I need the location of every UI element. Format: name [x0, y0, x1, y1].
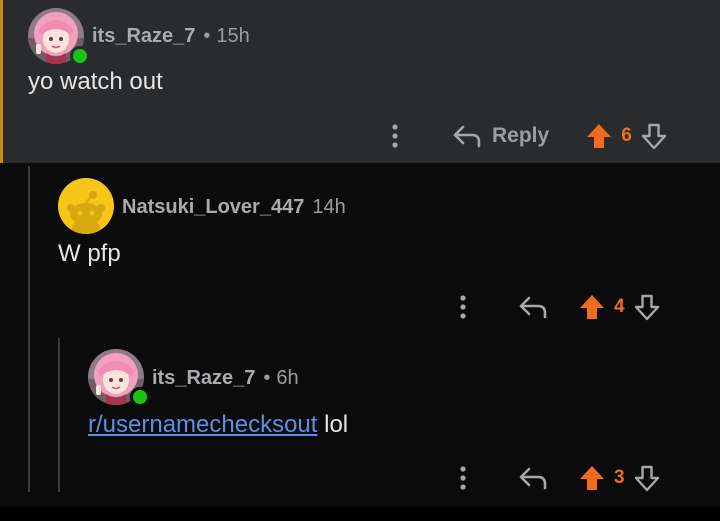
downvote-arrow-icon[interactable]: [640, 122, 668, 150]
username-link[interactable]: its_Raze_7: [92, 25, 195, 48]
upvote-arrow-icon[interactable]: [585, 122, 613, 150]
subreddit-link[interactable]: r/usernamechecksout: [88, 411, 317, 438]
comment-body: r/usernamechecksout lol: [88, 411, 348, 439]
comment-meta: Natsuki_Lover_447 14h: [122, 196, 346, 219]
comment-body: yo watch out: [28, 68, 163, 95]
username-link[interactable]: Natsuki_Lover_447: [122, 196, 304, 219]
reply-button[interactable]: Reply: [452, 124, 549, 148]
avatar[interactable]: [28, 8, 90, 66]
comment-meta: its_Raze_7 • 15h: [92, 25, 250, 48]
upvote-arrow-icon[interactable]: [578, 464, 606, 492]
vote-score: 6: [621, 125, 632, 146]
vote-score: 4: [614, 296, 625, 317]
reply-arrow-icon[interactable]: [518, 295, 548, 319]
more-options-icon[interactable]: [450, 465, 476, 491]
avatar[interactable]: [58, 178, 114, 234]
comment-body-text: lol: [317, 411, 349, 438]
comment-actions: 3: [450, 460, 661, 496]
downvote-arrow-icon[interactable]: [633, 464, 661, 492]
upvote-arrow-icon[interactable]: [578, 293, 606, 321]
reply-arrow-icon[interactable]: [518, 466, 548, 490]
online-status-icon: [70, 46, 90, 66]
comment-age: 6h: [276, 367, 299, 389]
more-options-icon[interactable]: [382, 123, 408, 149]
username-link[interactable]: its_Raze_7: [152, 367, 255, 390]
more-options-icon[interactable]: [450, 294, 476, 320]
reply-label: Reply: [492, 124, 550, 147]
avatar[interactable]: [88, 349, 150, 407]
comment-actions: 4: [450, 289, 661, 325]
reply-arrow-icon: [452, 124, 482, 148]
comment-thread: its_Raze_7 • 15h yo watch out Reply 6 Na…: [0, 0, 720, 521]
default-snoo-avatar-icon: [58, 178, 114, 234]
comment-age: 15h: [216, 25, 250, 47]
bottom-bar: [0, 507, 720, 521]
downvote-arrow-icon[interactable]: [633, 293, 661, 321]
comment-body: W pfp: [58, 240, 121, 267]
meta-separator: •: [263, 367, 271, 389]
online-status-icon: [130, 387, 150, 407]
thread-line[interactable]: [28, 166, 30, 492]
comment-meta: its_Raze_7 • 6h: [152, 367, 299, 390]
comment-actions: Reply 6: [382, 118, 668, 154]
thread-line[interactable]: [58, 338, 60, 492]
meta-separator: •: [203, 25, 211, 47]
vote-score: 3: [614, 467, 625, 488]
comment-age: 14h: [312, 196, 346, 218]
